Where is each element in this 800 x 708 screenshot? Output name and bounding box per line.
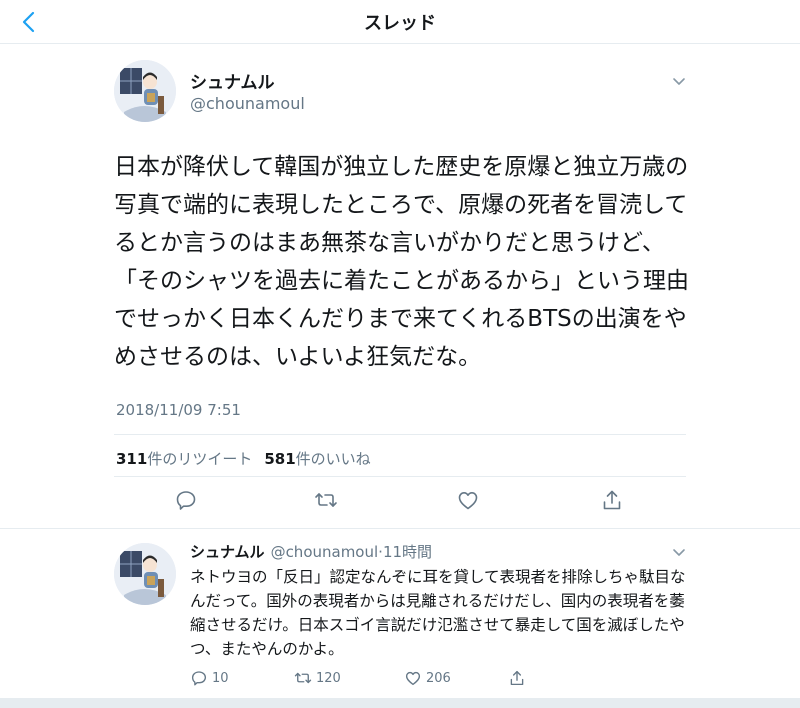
- like-stat[interactable]: 581件のいいね: [264, 450, 370, 468]
- like-count: 206: [426, 670, 451, 686]
- reply-actions: 10 120 206: [190, 667, 630, 689]
- tweet-menu-button[interactable]: [670, 72, 688, 90]
- main-tweet: シュナムル @chounamoul 日本が降伏して韓国が独立した歴史を原爆と独立…: [100, 44, 700, 528]
- like-icon: [405, 671, 421, 686]
- reply-reply-button[interactable]: 10: [190, 667, 229, 689]
- avatar[interactable]: [114, 543, 176, 605]
- retweet-icon: [294, 672, 312, 684]
- reply-button[interactable]: [174, 488, 198, 512]
- reply-time[interactable]: 11時間: [383, 543, 432, 561]
- user-avatar-illustration: [114, 60, 176, 122]
- divider: [114, 476, 686, 477]
- retweet-button[interactable]: [314, 488, 338, 512]
- reply-text: ネトウヨの「反日」認定なんぞに耳を貸して表現者を排除しちゃ駄目なんだって。国外の…: [190, 568, 686, 658]
- tweet-actions: [100, 488, 700, 516]
- tweet-timestamp[interactable]: 2018/11/09 7:51: [116, 401, 241, 419]
- retweet-count: 120: [316, 670, 341, 686]
- chevron-down-icon: [673, 78, 685, 85]
- like-stat-label: 件のいいね: [295, 450, 371, 468]
- reply-like-button[interactable]: 206: [404, 667, 451, 689]
- share-icon: [603, 490, 621, 510]
- share-icon: [510, 670, 524, 686]
- retweet-icon: [315, 493, 337, 507]
- retweet-stat[interactable]: 311件のリツイート: [116, 450, 252, 468]
- reply-tweet[interactable]: シュナムル @chounamoul·11時間 ネトウヨの「反日」認定なんぞに耳を貸…: [100, 529, 700, 699]
- tweet-text: 日本が降伏して韓国が独立した歴史を原爆と独立万歳の写真で端的に表現したところで、…: [114, 154, 689, 370]
- display-name[interactable]: シュナムル: [190, 68, 275, 93]
- user-avatar-illustration: [114, 543, 176, 605]
- user-handle[interactable]: @chounamoul: [190, 94, 305, 113]
- reply-count: 10: [212, 670, 229, 686]
- reply-icon: [191, 671, 207, 686]
- retweet-count: 311: [116, 450, 148, 468]
- share-button[interactable]: [600, 488, 624, 512]
- display-name[interactable]: シュナムル: [190, 543, 265, 561]
- top-bar: スレッド: [0, 0, 800, 44]
- reply-header: シュナムル @chounamoul·11時間: [190, 541, 432, 562]
- user-handle[interactable]: @chounamoul: [271, 543, 379, 561]
- reply-retweet-button[interactable]: 120: [294, 667, 341, 689]
- page-title: スレッド: [364, 13, 436, 34]
- like-count: 581: [264, 450, 296, 468]
- tweet-menu-button[interactable]: [670, 543, 688, 561]
- avatar[interactable]: [114, 60, 176, 122]
- reply-share-button[interactable]: [508, 667, 526, 689]
- divider: [114, 434, 686, 435]
- retweet-stat-label: 件のリツイート: [147, 450, 253, 468]
- reply-section: シュナムル @chounamoul·11時間 ネトウヨの「反日」認定なんぞに耳を貸…: [0, 528, 800, 708]
- like-icon: [458, 492, 478, 510]
- chevron-down-icon: [673, 549, 685, 556]
- reply-icon: [176, 491, 196, 510]
- tweet-stats: 311件のリツイート 581件のいいね: [116, 448, 371, 469]
- like-button[interactable]: [456, 488, 480, 512]
- bottom-divider: [0, 698, 800, 708]
